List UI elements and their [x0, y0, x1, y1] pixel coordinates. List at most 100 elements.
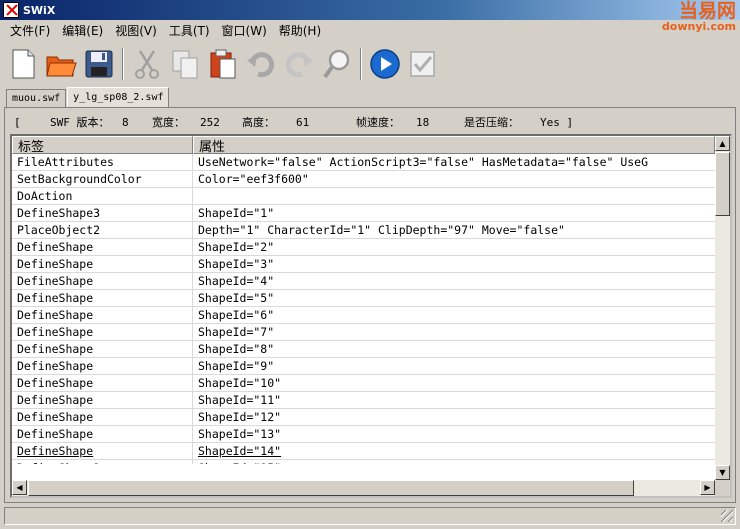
horizontal-scroll-thumb[interactable]: [28, 480, 634, 496]
table-row[interactable]: PlaceObject2 Depth="1" CharacterId="1" Cl…: [12, 222, 715, 239]
tag-attributes-cell: ShapeId="11": [198, 393, 282, 407]
validate-icon: [410, 51, 435, 77]
tag-attributes-cell: ShapeId="4": [198, 274, 275, 288]
info-width-label: 宽度：: [152, 116, 185, 129]
paste-icon: [210, 49, 236, 79]
column-header-tag[interactable]: 标签: [12, 136, 193, 155]
info-height-value: 61: [296, 115, 310, 129]
table-row[interactable]: DefineShape ShapeId="13": [12, 426, 715, 443]
tag-attributes-cell: ShapeId="3": [198, 257, 275, 271]
validate-button[interactable]: [406, 47, 440, 81]
app-icon[interactable]: [3, 2, 19, 18]
vertical-scrollbar[interactable]: ▲ ▼: [715, 136, 730, 480]
table-row[interactable]: SetBackgroundColor Color="eef3f600": [12, 171, 715, 188]
tag-attributes-cell: ShapeId="2": [198, 240, 275, 254]
watermark-brand: 当易网: [678, 0, 736, 22]
scroll-right-arrow-icon[interactable]: ▶: [700, 480, 715, 495]
tag-name-cell: FileAttributes: [12, 154, 193, 170]
tag-name-cell: SetBackgroundColor: [12, 171, 193, 187]
find-icon: [323, 49, 350, 79]
table-row[interactable]: DefineShape ShapeId="14": [12, 443, 715, 460]
tab-y-lg-sp08-2[interactable]: y_lg_sp08_2.swf: [67, 87, 170, 107]
column-header-attributes[interactable]: 属性: [193, 136, 715, 155]
vertical-scroll-thumb[interactable]: [715, 152, 730, 216]
tag-name-cell: DefineShape: [12, 426, 193, 442]
cut-icon: [135, 50, 159, 79]
title-bar[interactable]: SWiX 当易网 downyi.com: [0, 0, 740, 32]
info-height-label: 高度：: [242, 116, 275, 129]
table-row[interactable]: DoAction: [12, 188, 715, 205]
table-row[interactable]: DefineShape3 ShapeId="1": [12, 205, 715, 222]
table-row[interactable]: DefineShape ShapeId="4": [12, 273, 715, 290]
document-panel: [ SWF 版本： 8 宽度： 252 高度： 61 帧速度： 18 是否压缩：…: [4, 107, 736, 503]
resize-grip-icon[interactable]: [721, 510, 733, 522]
table-row[interactable]: DefineShape ShapeId="12": [12, 409, 715, 426]
tag-attributes-cell: ShapeId="13": [198, 427, 282, 441]
info-compressed-value: Yes ]: [540, 115, 574, 129]
table-row[interactable]: DefineShape ShapeId="2": [12, 239, 715, 256]
info-open-bracket: [: [14, 115, 21, 129]
copy-button[interactable]: [168, 47, 202, 81]
paste-button[interactable]: [206, 47, 240, 81]
table-row[interactable]: DefineShape ShapeId="11": [12, 392, 715, 409]
tab-muou[interactable]: muou.swf: [6, 89, 67, 107]
redo-icon: [285, 52, 313, 78]
menu-help[interactable]: 帮助(H): [273, 22, 327, 39]
open-button[interactable]: [44, 47, 78, 81]
scroll-up-arrow-icon[interactable]: ▲: [715, 136, 730, 151]
tag-attributes-cell: ShapeId="7": [198, 325, 275, 339]
redo-button[interactable]: [282, 47, 316, 81]
menu-window[interactable]: 窗口(W): [216, 22, 273, 39]
table-row[interactable]: DefineShape ShapeId="10": [12, 375, 715, 392]
tag-name-cell: PlaceObject2: [12, 222, 193, 238]
info-version-label: SWF 版本：: [50, 116, 110, 129]
tag-attributes-cell: ShapeId="10": [198, 376, 282, 390]
table-row[interactable]: DefineShape ShapeId="5": [12, 290, 715, 307]
tag-name-cell: DefineShape: [12, 256, 193, 272]
tag-attributes-cell: UseNetwork="false" ActionScript3="false"…: [198, 155, 649, 169]
menu-bar: 文件(F) 编辑(E) 视图(V) 工具(T) 窗口(W) 帮助(H): [0, 20, 740, 41]
tag-attributes-cell: ShapeId="12": [198, 410, 282, 424]
toolbar-separator: [122, 48, 124, 80]
table-row[interactable]: DefineShape ShapeId="9": [12, 358, 715, 375]
play-icon: [370, 49, 400, 79]
tag-name-cell: DefineShape: [12, 307, 193, 323]
tag-name-cell: DefineShape3: [12, 205, 193, 221]
scroll-down-arrow-icon[interactable]: ▼: [715, 465, 730, 480]
open-icon: [46, 56, 77, 77]
table-row[interactable]: DefineShape ShapeId="7": [12, 324, 715, 341]
info-fps-label: 帧速度：: [356, 116, 400, 129]
table-row[interactable]: DefineShape ShapeId="3": [12, 256, 715, 273]
menu-tools[interactable]: 工具(T): [163, 22, 216, 39]
play-button[interactable]: [368, 47, 402, 81]
find-button[interactable]: [320, 47, 354, 81]
tag-attributes-cell: ShapeId="9": [198, 359, 275, 373]
copy-icon: [172, 50, 198, 79]
toolbar: [0, 43, 740, 85]
status-bar: [4, 507, 736, 525]
tag-attributes-cell: ShapeId="14": [198, 444, 282, 458]
menu-edit[interactable]: 编辑(E): [56, 22, 109, 39]
menu-view[interactable]: 视图(V): [109, 22, 163, 39]
info-width-value: 252: [200, 115, 220, 129]
cut-button[interactable]: [130, 47, 164, 81]
info-compressed-label: 是否压缩：: [464, 116, 519, 129]
table-row[interactable]: DefineShape2ShapeId="15": [12, 460, 715, 464]
undo-button[interactable]: [244, 47, 278, 81]
scroll-left-arrow-icon[interactable]: ◀: [12, 480, 27, 495]
tag-attributes-cell: Color="eef3f600": [198, 172, 309, 186]
menu-file[interactable]: 文件(F): [4, 22, 56, 39]
save-button[interactable]: [82, 47, 116, 81]
table-body: FileAttributes UseNetwork="false" ActionS…: [12, 154, 715, 464]
document-tabs: muou.swf y_lg_sp08_2.swf: [6, 87, 170, 107]
tag-attributes-cell: ShapeId="5": [198, 291, 275, 305]
tag-name-cell: DefineShape: [12, 290, 193, 306]
horizontal-scrollbar[interactable]: ◀ ▶: [12, 480, 715, 496]
table-row[interactable]: FileAttributes UseNetwork="false" ActionS…: [12, 154, 715, 171]
new-button[interactable]: [6, 47, 40, 81]
table-row[interactable]: DefineShape ShapeId="8": [12, 341, 715, 358]
table-row[interactable]: DefineShape ShapeId="6": [12, 307, 715, 324]
tag-attributes-cell: ShapeId="15": [193, 460, 715, 464]
tag-attributes-cell: [193, 188, 715, 204]
tag-name-cell: DefineShape: [12, 273, 193, 289]
